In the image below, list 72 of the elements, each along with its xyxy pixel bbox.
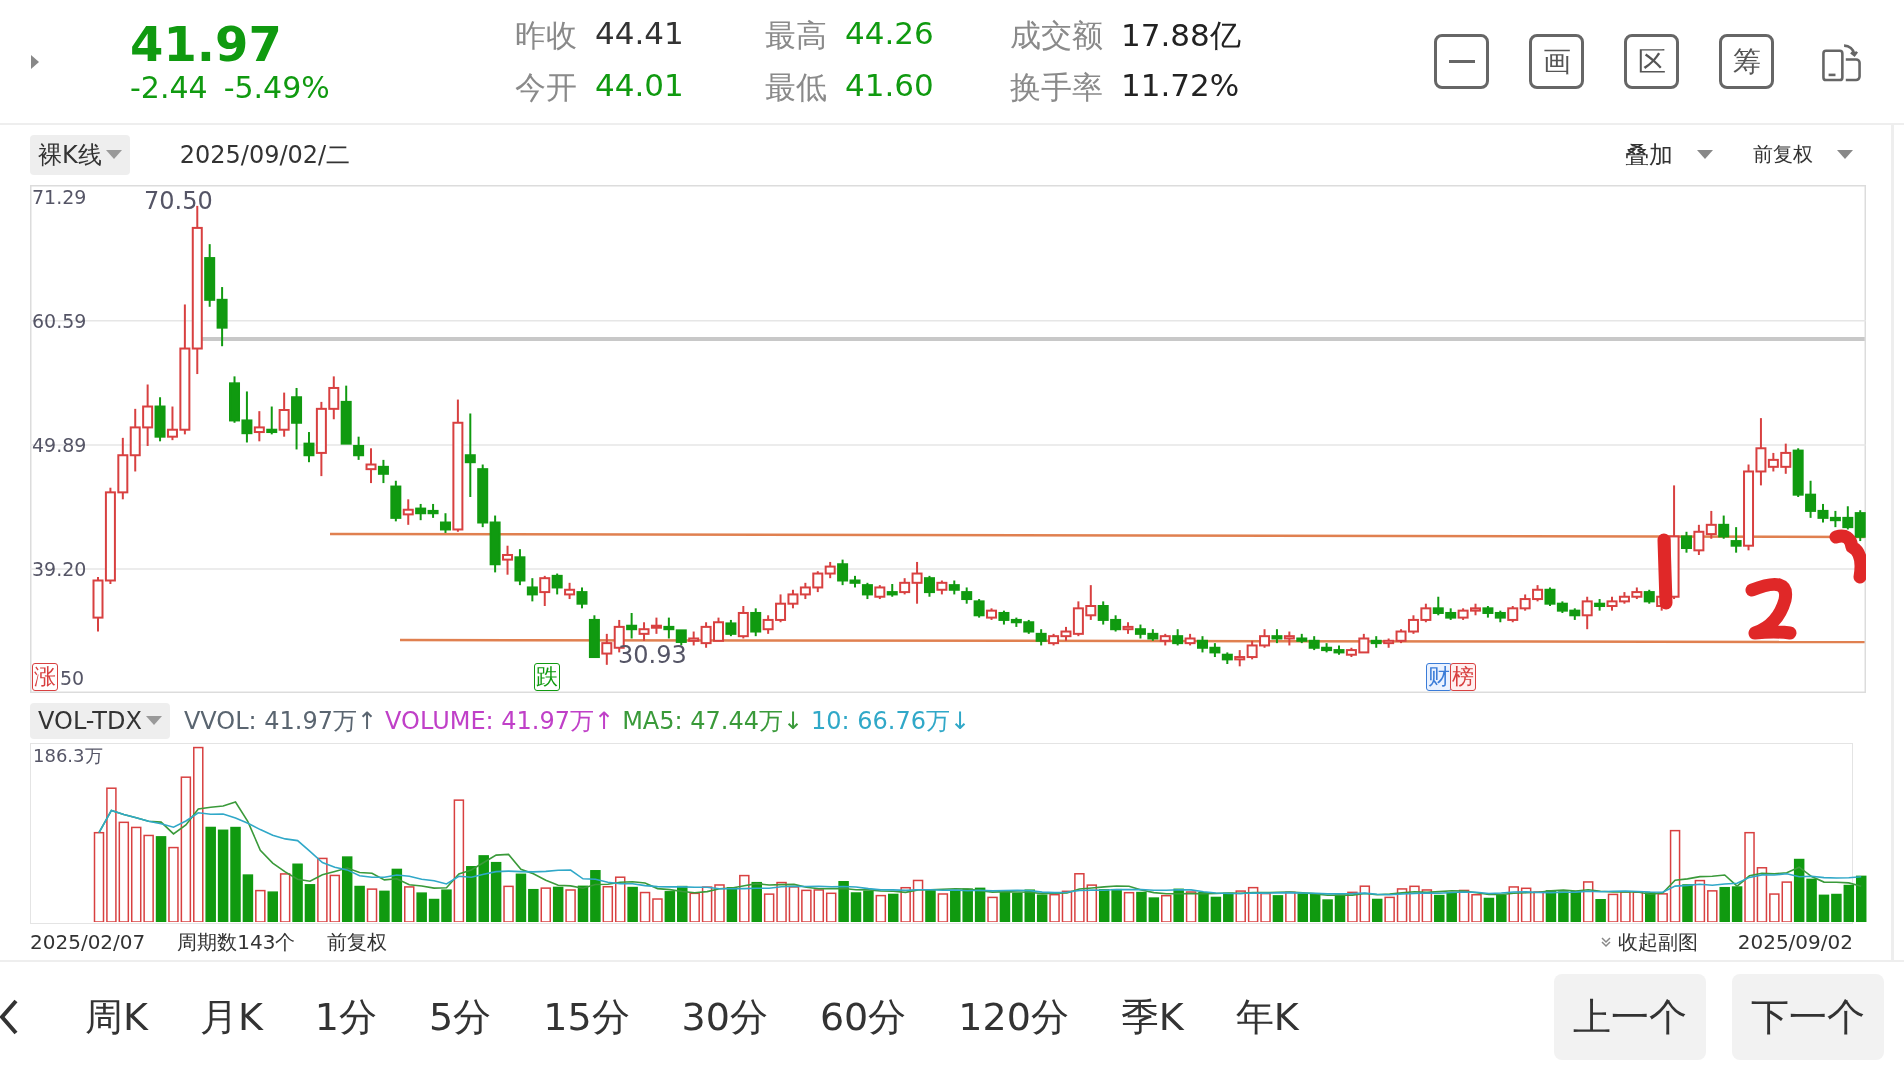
- period-tab[interactable]: 120分: [933, 982, 1094, 1052]
- minus-icon: [1448, 59, 1475, 64]
- period-tab[interactable]: 月K: [174, 982, 288, 1052]
- high-price-label: 70.50: [144, 186, 213, 215]
- price-axis-label: 39.20: [32, 557, 87, 580]
- volume-max-label: 186.3万: [33, 743, 103, 768]
- adjust-label: 前复权: [327, 928, 388, 956]
- overlay-dropdown[interactable]: 叠加: [1625, 138, 1713, 171]
- indicator-dropdown[interactable]: VOL-TDX: [30, 702, 170, 739]
- candlestick: [911, 560, 923, 605]
- previous-button[interactable]: 上一个: [1554, 974, 1706, 1060]
- price-axis-label: 49.89: [32, 433, 87, 456]
- rise-tag[interactable]: 涨: [32, 662, 58, 691]
- price-axis-label: 60.59: [32, 309, 87, 332]
- chart-date: 2025/09/02/二: [179, 139, 351, 171]
- adjust-dropdown[interactable]: 前复权: [1753, 141, 1853, 169]
- caret-icon: [145, 715, 162, 726]
- next-button[interactable]: 下一个: [1732, 974, 1884, 1060]
- caret-icon: [1837, 149, 1853, 160]
- period-tab[interactable]: 季K: [1095, 982, 1209, 1052]
- legend-value: 10: 66.76万↓: [811, 705, 971, 737]
- legend-value: VVOL: 41.97万↑: [183, 705, 378, 737]
- stat-value: 41.60: [845, 66, 934, 105]
- stat-label: 昨收: [515, 15, 577, 55]
- tool-button[interactable]: 筹: [1719, 34, 1774, 89]
- scribble-mark: [1829, 529, 1866, 584]
- chart-mode-dropdown[interactable]: 裸K线: [30, 134, 130, 175]
- period-tab[interactable]: 5分: [404, 982, 517, 1052]
- period-tab[interactable]: 15分: [518, 982, 655, 1052]
- period-tab[interactable]: 30分: [656, 982, 793, 1052]
- stat-value: 11.72%: [1121, 66, 1240, 105]
- collapse-subchart-button[interactable]: 收起副图: [1599, 928, 1698, 956]
- fall-tag[interactable]: 跌: [534, 662, 560, 691]
- stat-label: 今开: [515, 67, 577, 107]
- stat-label: 成交额: [1010, 15, 1103, 55]
- tool-button[interactable]: 画: [1529, 34, 1584, 89]
- minimize-button[interactable]: [1434, 34, 1489, 89]
- candlestick: [402, 498, 414, 526]
- rise-limit-label: 50: [60, 666, 85, 689]
- period-tab[interactable]: 1分: [289, 982, 403, 1052]
- legend-value: VOLUME: 41.97万↑: [385, 705, 615, 737]
- stat-value: 44.41: [595, 14, 684, 53]
- price-axis-label: 71.29: [32, 185, 87, 208]
- end-date: 2025/09/02: [1737, 930, 1853, 955]
- expand-arrow-icon[interactable]: [30, 53, 40, 70]
- stat-label: 最高: [765, 15, 827, 55]
- period-count: 周期数143个: [177, 928, 296, 956]
- event-tag[interactable]: 财: [1426, 662, 1452, 691]
- event-tag[interactable]: 榜: [1450, 662, 1476, 691]
- legend-value: MA5: 47.44万↓: [622, 705, 804, 737]
- period-tab[interactable]: 周K: [60, 982, 173, 1052]
- period-tab[interactable]: 年K: [1210, 982, 1324, 1052]
- scribble-mark: [1745, 577, 1797, 640]
- stat-label: 换手率: [1010, 67, 1103, 107]
- low-price-label: 30.93: [618, 640, 687, 669]
- candlestick: [340, 384, 352, 445]
- chevron-icon: [1599, 936, 1612, 949]
- period-tab[interactable]: 60分: [794, 982, 932, 1052]
- caret-icon: [105, 149, 122, 160]
- stat-value: 44.26: [845, 14, 934, 53]
- stat-label: 最低: [765, 67, 827, 107]
- candlestick: [365, 447, 377, 484]
- candlestick: [464, 412, 476, 498]
- change-percent: -5.49%: [223, 70, 330, 105]
- stat-value: 44.01: [595, 66, 684, 105]
- start-date: 2025/02/07: [30, 930, 146, 955]
- candlestick: [216, 285, 228, 348]
- price-change: -2.44: [130, 70, 208, 105]
- stat-value: 17.88亿: [1121, 15, 1241, 55]
- caret-icon: [1697, 149, 1713, 160]
- tool-button[interactable]: 区: [1624, 34, 1679, 89]
- last-price: 41.97: [130, 18, 283, 70]
